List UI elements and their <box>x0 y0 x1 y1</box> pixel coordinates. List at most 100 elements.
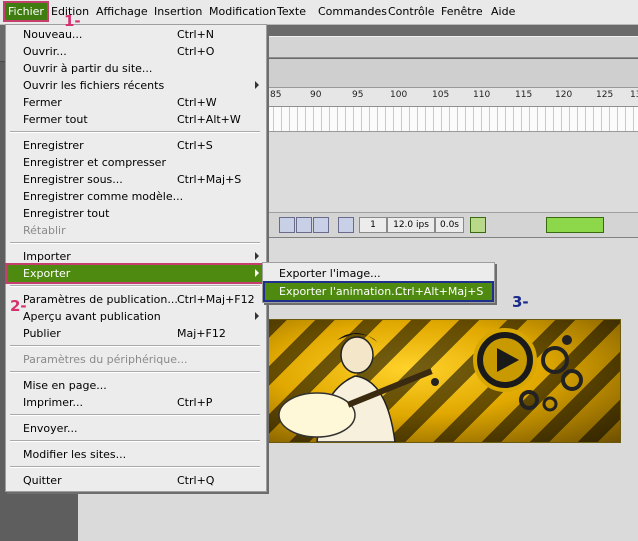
menu-item-label: Modifier les sites... <box>23 448 127 461</box>
menu-item-fermer-tout[interactable]: Fermer tout Ctrl+Alt+W <box>7 111 265 128</box>
menu-item-enregistrer[interactable]: Enregistrer Ctrl+S <box>7 137 265 154</box>
menu-item-label: Quitter <box>23 474 62 487</box>
menu-item-retablir: Rétablir <box>7 222 265 239</box>
timeline-frames[interactable] <box>266 107 638 132</box>
menu-item-shortcut: Ctrl+Alt+Maj+S <box>395 285 484 298</box>
menu-item-shortcut: Ctrl+Alt+W <box>177 113 241 126</box>
menu-fichier[interactable]: Fichier <box>3 1 49 22</box>
menu-item-shortcut: Ctrl+Maj+F12 <box>177 293 255 306</box>
menu-item-shortcut: Ctrl+W <box>177 96 217 109</box>
ruler-tick: 100 <box>390 90 408 100</box>
ruler-tick: 95 <box>352 90 364 100</box>
menu-item-mise-en-page[interactable]: Mise en page... <box>7 377 265 394</box>
ruler-tick: 105 <box>432 90 450 100</box>
frame-rate[interactable]: 12.0 ips <box>387 217 435 233</box>
step-3-label: 3- <box>512 293 529 311</box>
menu-item-enregistrer-modele[interactable]: Enregistrer comme modèle... <box>7 188 265 205</box>
submenu-item-exporter-animation[interactable]: Exporter l'animation... Ctrl+Alt+Maj+S <box>263 281 494 302</box>
menu-item-publier[interactable]: Publier Maj+F12 <box>7 325 265 342</box>
menu-item-shortcut: Ctrl+Q <box>177 474 215 487</box>
menu-item-label: Paramètres du périphérique... <box>23 353 188 366</box>
menu-item-label: Imprimer... <box>23 396 84 409</box>
onion-outline-icon[interactable] <box>296 217 312 233</box>
menu-item-shortcut: Ctrl+Maj+S <box>177 173 242 186</box>
menu-item-apercu-publication[interactable]: Aperçu avant publication <box>7 308 265 325</box>
menu-item-label: Enregistrer et compresser <box>23 156 166 169</box>
menu-insertion[interactable]: Insertion <box>154 5 202 19</box>
menu-modification[interactable]: Modification <box>209 5 276 19</box>
document-tab-bar <box>266 36 638 58</box>
timeline-scrollbar[interactable] <box>546 217 604 233</box>
banner-image <box>266 319 621 443</box>
menu-item-label: Enregistrer comme modèle... <box>23 190 184 203</box>
menu-item-label: Envoyer... <box>23 422 78 435</box>
menu-item-nouveau[interactable]: Nouveau... Ctrl+N <box>7 26 265 43</box>
menu-item-fermer[interactable]: Fermer Ctrl+W <box>7 94 265 111</box>
menu-item-ouvrir[interactable]: Ouvrir... Ctrl+O <box>7 43 265 60</box>
menu-separator <box>10 242 260 244</box>
menu-item-parametres-publication[interactable]: Paramètres de publication... Ctrl+Maj+F12 <box>7 291 265 308</box>
menu-item-label: Importer <box>23 250 71 263</box>
menu-item-modifier-sites[interactable]: Modifier les sites... <box>7 446 265 463</box>
menu-fenetre[interactable]: Fenêtre <box>441 5 483 19</box>
exporter-submenu: Exporter l'image... Exporter l'animation… <box>262 262 495 303</box>
menu-item-exporter[interactable]: Exporter <box>5 263 267 284</box>
menu-commandes[interactable]: Commandes <box>318 5 387 19</box>
menu-item-label: Exporter <box>23 267 71 280</box>
menu-item-fichiers-recents[interactable]: Ouvrir les fichiers récents <box>7 77 265 94</box>
menu-item-shortcut: Ctrl+S <box>177 139 213 152</box>
timeline-controls: 1 12.0 ips 0.0s <box>266 212 638 238</box>
submenu-arrow-icon <box>255 81 259 89</box>
elapsed-time: 0.0s <box>435 217 464 233</box>
menu-item-enregistrer-compresser[interactable]: Enregistrer et compresser <box>7 154 265 171</box>
menu-item-ouvrir-site[interactable]: Ouvrir à partir du site... <box>7 60 265 77</box>
menu-item-envoyer[interactable]: Envoyer... <box>7 420 265 437</box>
submenu-arrow-icon <box>255 312 259 320</box>
menu-item-label: Ouvrir à partir du site... <box>23 62 153 75</box>
edit-frames-icon[interactable] <box>313 217 329 233</box>
menu-item-label: Enregistrer tout <box>23 207 110 220</box>
submenu-arrow-icon <box>255 269 259 277</box>
menu-item-label: Fermer tout <box>23 113 88 126</box>
menu-item-enregistrer-sous[interactable]: Enregistrer sous... Ctrl+Maj+S <box>7 171 265 188</box>
menu-separator <box>10 466 260 468</box>
ruler-tick: 13 <box>630 90 638 100</box>
menu-item-quitter[interactable]: Quitter Ctrl+Q <box>7 472 265 489</box>
menu-controle[interactable]: Contrôle <box>388 5 435 19</box>
menu-item-label: Exporter l'image... <box>279 267 381 280</box>
ruler-tick: 85 <box>270 90 282 100</box>
menu-separator <box>10 440 260 442</box>
banner-artwork <box>278 328 583 442</box>
scroll-left-icon[interactable] <box>470 217 486 233</box>
menu-bar: Fichier Edition Affichage Insertion Modi… <box>0 0 638 25</box>
menu-texte[interactable]: Texte <box>277 5 306 19</box>
menu-item-imprimer[interactable]: Imprimer... Ctrl+P <box>7 394 265 411</box>
menu-item-shortcut: Ctrl+P <box>177 396 213 409</box>
onion-markers-icon[interactable] <box>338 217 354 233</box>
menu-item-label: Ouvrir... <box>23 45 67 58</box>
menu-item-label: Fermer <box>23 96 62 109</box>
menu-item-label: Publier <box>23 327 61 340</box>
menu-item-label: Aperçu avant publication <box>23 310 161 323</box>
menu-item-enregistrer-tout[interactable]: Enregistrer tout <box>7 205 265 222</box>
menu-separator <box>10 371 260 373</box>
menu-item-label: Mise en page... <box>23 379 107 392</box>
submenu-arrow-icon <box>255 252 259 260</box>
onion-skin-icon[interactable] <box>279 217 295 233</box>
ruler-tick: 110 <box>473 90 491 100</box>
menu-item-label: Rétablir <box>23 224 66 237</box>
menu-item-label: Exporter l'animation... <box>279 285 402 298</box>
menu-separator <box>10 345 260 347</box>
menu-item-importer[interactable]: Importer <box>7 248 265 265</box>
fichier-menu: Nouveau... Ctrl+N Ouvrir... Ctrl+O Ouvrir … <box>5 24 267 492</box>
current-frame: 1 <box>359 217 387 233</box>
menu-item-label: Enregistrer sous... <box>23 173 123 186</box>
step-2-label: 2- <box>10 297 27 315</box>
menu-item-shortcut: Ctrl+N <box>177 28 215 41</box>
ruler-tick: 115 <box>515 90 533 100</box>
menu-affichage[interactable]: Affichage <box>96 5 148 19</box>
step-1-label: 1- <box>64 12 81 30</box>
menu-separator <box>10 131 260 133</box>
submenu-item-exporter-image[interactable]: Exporter l'image... <box>265 265 492 282</box>
menu-aide[interactable]: Aide <box>491 5 515 19</box>
